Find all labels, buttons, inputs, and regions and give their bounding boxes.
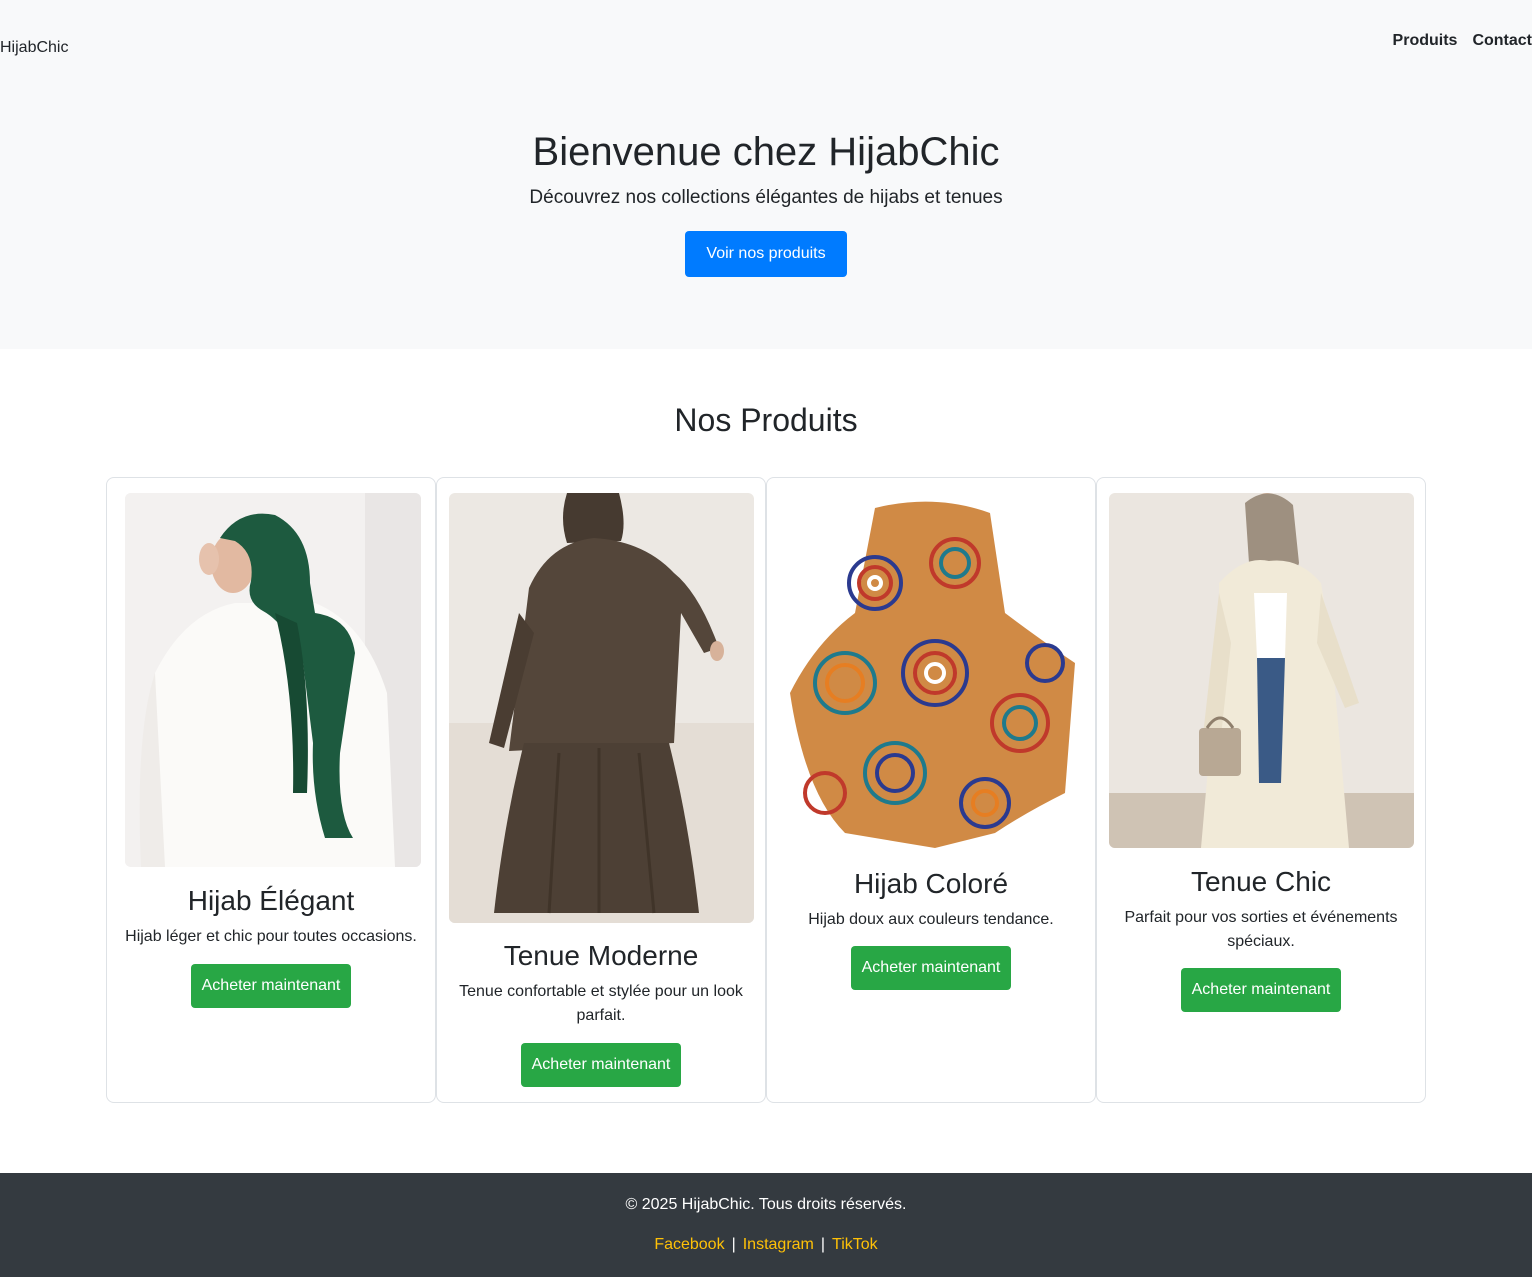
product-image-tenue-moderne xyxy=(449,493,754,923)
footer: © 2025 HijabChic. Tous droits réservés. … xyxy=(0,1173,1532,1277)
product-description: Parfait pour vos sorties et événements s… xyxy=(1124,909,1398,950)
hero-subtitle: Découvrez nos collections élégantes de h… xyxy=(529,187,1003,208)
product-image-tenue-chic xyxy=(1109,493,1414,848)
main-nav: Produits Contact xyxy=(1393,32,1532,50)
nav-link-produits[interactable]: Produits xyxy=(1393,32,1458,50)
product-card: Tenue Moderne Tenue confortable et stylé… xyxy=(436,477,766,1103)
product-name: Hijab Élégant xyxy=(187,885,355,916)
hero-title: Bienvenue chez HijabChic xyxy=(532,130,1000,174)
facebook-link[interactable]: Facebook xyxy=(654,1236,724,1253)
buy-now-button[interactable]: Acheter maintenant xyxy=(191,964,351,1008)
product-description: Hijab léger et chic pour toutes occasion… xyxy=(125,928,417,945)
nav-link-contact[interactable]: Contact xyxy=(1472,32,1532,50)
instagram-link[interactable]: Instagram xyxy=(743,1236,814,1253)
product-name: Tenue Moderne xyxy=(503,940,699,971)
buy-now-button[interactable]: Acheter maintenant xyxy=(521,1043,681,1087)
product-image-hijab-colore xyxy=(785,493,1081,851)
product-card: Tenue Chic Parfait pour vos sorties et é… xyxy=(1096,477,1426,1103)
tiktok-link[interactable]: TikTok xyxy=(832,1236,878,1253)
buy-now-button[interactable]: Acheter maintenant xyxy=(851,946,1011,990)
buy-now-button[interactable]: Acheter maintenant xyxy=(1181,968,1341,1012)
product-description: Hijab doux aux couleurs tendance. xyxy=(808,911,1054,928)
social-links: Facebook | Instagram | TikTok xyxy=(0,1235,1532,1255)
header-section: HijabChic Produits Contact Bienvenue che… xyxy=(0,0,1532,349)
separator: | xyxy=(820,1236,826,1253)
product-card: Hijab Coloré Hijab doux aux couleurs ten… xyxy=(766,477,1096,1103)
product-name: Tenue Chic xyxy=(1190,866,1332,897)
product-card: Hijab Élégant Hijab léger et chic pour t… xyxy=(106,477,436,1103)
product-name: Hijab Coloré xyxy=(853,868,1009,899)
hero: Bienvenue chez HijabChic Découvrez nos c… xyxy=(0,128,1532,277)
product-description: Tenue confortable et stylée pour un look… xyxy=(459,983,743,1024)
products-heading: Nos Produits xyxy=(674,402,858,438)
product-image-hijab-elegant xyxy=(125,493,421,867)
separator: | xyxy=(731,1236,736,1253)
brand-logo-link[interactable]: HijabChic xyxy=(0,39,68,57)
view-products-button[interactable]: Voir nos produits xyxy=(685,231,847,277)
copyright-text: © 2025 HijabChic. Tous droits réservés. xyxy=(625,1196,907,1213)
